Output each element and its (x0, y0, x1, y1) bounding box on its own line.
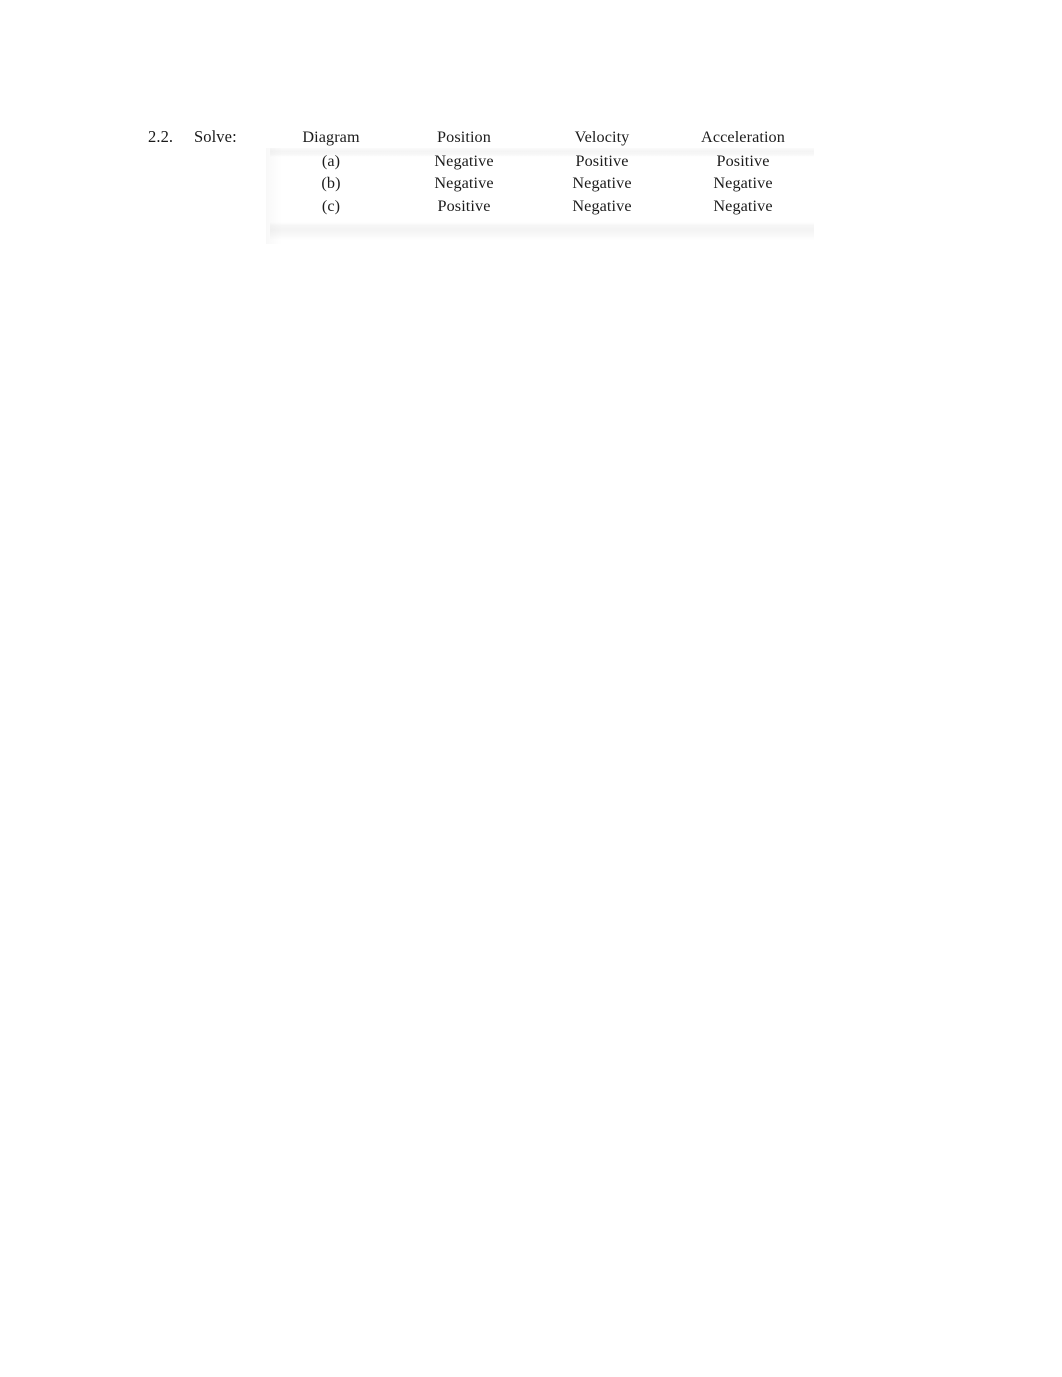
cell-diagram: (a) (321, 151, 341, 170)
column-header-diagram: Diagram (302, 128, 360, 146)
cell-position: Negative (434, 174, 494, 192)
document-page: 2.2. Solve: Diagram Position Velocity Ac… (0, 0, 1062, 1377)
table-row: (a) Negative Positive Positive (266, 150, 814, 173)
cell-acceleration: Positive (716, 151, 770, 170)
cell-diagram: (c) (321, 196, 341, 215)
cell-position: Positive (437, 196, 491, 215)
table-row: (c) Positive Negative Negative (266, 195, 814, 218)
cell-velocity: Negative (572, 174, 632, 192)
cell-velocity: Positive (575, 151, 629, 170)
cell-position: Negative (434, 151, 494, 170)
table-row: (b) Negative Negative Negative (266, 172, 814, 195)
answer-table-wrapper: Diagram Position Velocity Acceleration (… (266, 126, 814, 244)
column-header-velocity: Velocity (574, 128, 630, 146)
cell-acceleration: Negative (713, 196, 773, 215)
problem-number: 2.2. (148, 127, 174, 146)
column-header-position: Position (437, 128, 491, 146)
cell-velocity: Negative (572, 196, 632, 215)
cell-acceleration: Negative (713, 174, 773, 192)
table-header-row: Diagram Position Velocity Acceleration (266, 126, 814, 150)
cell-diagram: (b) (321, 174, 341, 192)
problem-solve-label: Solve: (194, 127, 237, 146)
problem-2-2-block: 2.2. Solve: Diagram Position Velocity Ac… (0, 126, 1062, 256)
column-header-acceleration: Acceleration (701, 128, 785, 146)
answer-table: Diagram Position Velocity Acceleration (… (266, 126, 814, 217)
table-bottom-rule (270, 222, 814, 240)
